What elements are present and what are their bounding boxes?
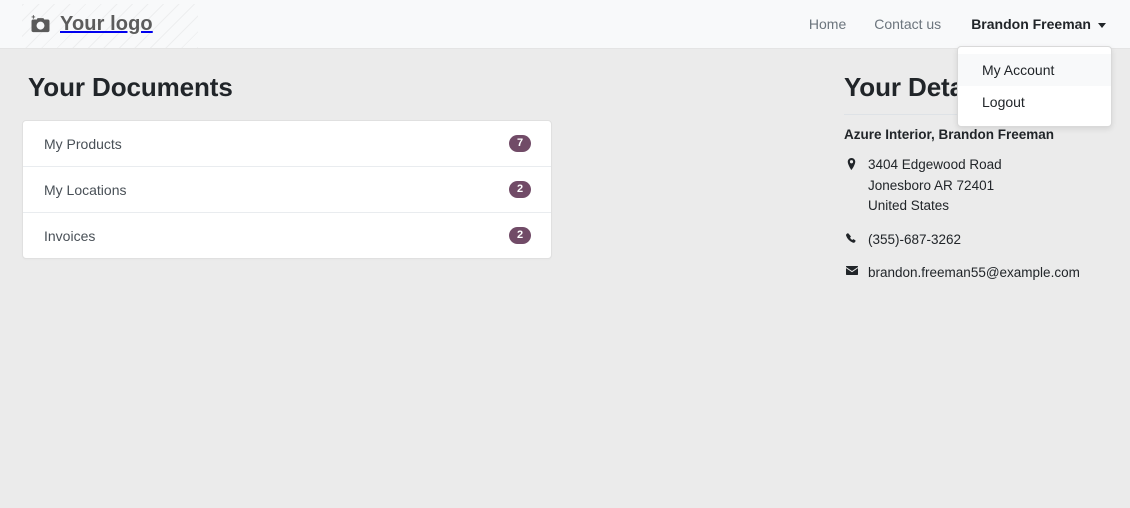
status-badge: 2	[509, 227, 531, 244]
list-item-my-products[interactable]: My Products 7	[23, 121, 551, 166]
map-marker-icon	[844, 155, 859, 170]
contact-name: Azure Interior, Brandon Freeman	[844, 127, 1055, 142]
documents-list-card: My Products 7 My Locations 2 Invoices 2	[22, 120, 552, 259]
list-item-label: My Products	[44, 135, 122, 152]
phone-row: (355)-687-3262	[844, 230, 1108, 251]
list-item-invoices[interactable]: Invoices 2	[23, 212, 551, 258]
list-item-label: My Locations	[44, 181, 127, 198]
chevron-down-icon	[1098, 22, 1106, 28]
envelope-icon	[844, 263, 859, 276]
list-item-label: Invoices	[44, 227, 96, 244]
brand-logo-link[interactable]: Your logo	[22, 3, 198, 48]
list-item-my-locations[interactable]: My Locations 2	[23, 166, 551, 212]
phone-icon	[844, 230, 859, 244]
address-line-3: United States	[868, 198, 950, 214]
nav-link-home[interactable]: Home	[795, 8, 860, 40]
documents-title: Your Documents	[28, 72, 233, 102]
user-menu-toggle[interactable]: Brandon Freeman	[955, 8, 1112, 40]
phone-text: (355)-687-3262	[868, 231, 962, 247]
address-line-2: Jonesboro AR 72401	[868, 177, 995, 193]
address-text: 3404 Edgewood Road Jonesboro AR 72401 Un…	[868, 155, 1108, 217]
address-row: 3404 Edgewood Road Jonesboro AR 72401 Un…	[844, 155, 1108, 217]
status-badge: 2	[509, 181, 531, 198]
content-columns: Your Documents My Products 7 My Location…	[22, 49, 1108, 297]
email-text: brandon.freeman55@example.com	[868, 265, 1080, 281]
address-line-1: 3404 Edgewood Road	[868, 157, 1002, 172]
camera-add-icon	[30, 14, 51, 34]
dropdown-item-my-account[interactable]: My Account	[958, 54, 1111, 87]
email-row: brandon.freeman55@example.com	[844, 263, 1108, 284]
documents-column: Your Documents My Products 7 My Location…	[22, 49, 552, 297]
top-navbar: Your logo Home Contact us Brandon Freema…	[0, 0, 1130, 49]
brand-logo-text: Your logo	[60, 12, 153, 35]
dropdown-item-logout[interactable]: Logout	[958, 86, 1111, 118]
status-badge: 7	[509, 135, 531, 152]
user-dropdown-menu: My Account Logout	[957, 46, 1112, 127]
user-menu-label: Brandon Freeman	[971, 16, 1091, 32]
nav-link-contact-us[interactable]: Contact us	[860, 8, 955, 40]
navbar-right-links: Home Contact us Brandon Freeman	[795, 8, 1112, 40]
